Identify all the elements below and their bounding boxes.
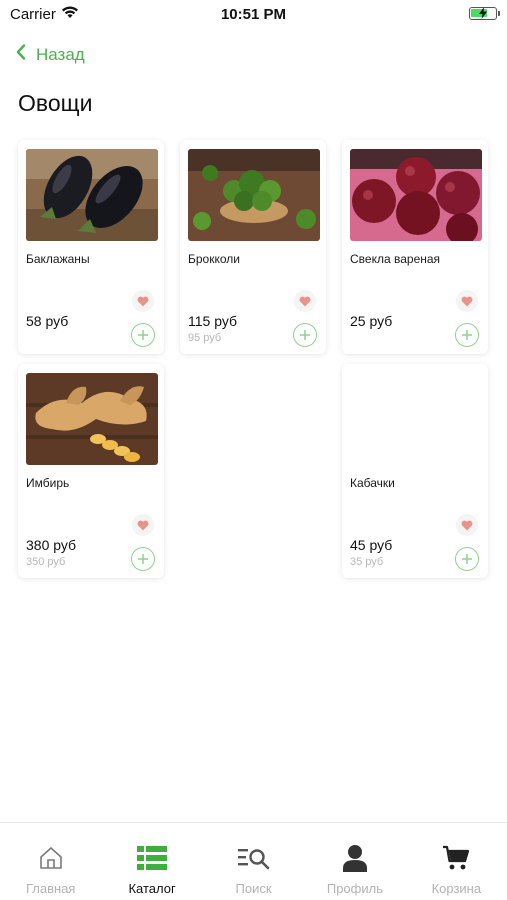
- tab-home[interactable]: Главная: [0, 823, 101, 900]
- product-old-price: 35 руб: [350, 556, 384, 568]
- tab-label: Каталог: [128, 881, 176, 896]
- product-card[interactable]: Брокколи 115 руб 95 руб: [180, 140, 326, 354]
- back-label: Назад: [36, 44, 85, 64]
- product-price: 25 руб: [350, 313, 393, 329]
- favorite-button[interactable]: [132, 514, 154, 536]
- product-image-broccoli: [188, 149, 320, 241]
- tab-label: Корзина: [431, 881, 482, 896]
- product-old-price: 95 руб: [188, 332, 222, 344]
- heart-icon: [461, 296, 473, 306]
- product-old-price: 350 руб: [26, 556, 66, 568]
- product-name: Баклажаны: [26, 252, 90, 266]
- add-to-cart-button[interactable]: [293, 323, 317, 347]
- tab-label: Главная: [25, 881, 76, 896]
- heart-icon: [137, 296, 149, 306]
- tab-cart[interactable]: Корзина: [406, 823, 507, 900]
- product-image-ginger: [26, 373, 158, 465]
- battery-icon: [469, 7, 500, 20]
- product-image-eggplant: [26, 149, 158, 241]
- cart-icon: [442, 843, 470, 873]
- product-price: 58 руб: [26, 313, 69, 329]
- tab-label: Профиль: [326, 881, 383, 896]
- favorite-button[interactable]: [132, 290, 154, 312]
- product-name: Свекла вареная: [350, 252, 441, 266]
- tab-catalog[interactable]: Каталог: [101, 823, 202, 900]
- product-card[interactable]: Кабачки 45 руб 35 руб: [342, 364, 488, 578]
- profile-icon: [342, 843, 368, 873]
- heart-icon: [299, 296, 311, 306]
- charging-bolt-icon: [479, 7, 487, 19]
- product-name: Брокколи: [188, 252, 240, 266]
- favorite-button[interactable]: [456, 514, 478, 536]
- chevron-left-icon: [16, 44, 26, 65]
- plus-icon: [462, 330, 472, 340]
- page-title: Овощи: [18, 90, 93, 116]
- add-to-cart-button[interactable]: [455, 323, 479, 347]
- plus-icon: [462, 554, 472, 564]
- catalog-icon: [137, 843, 168, 873]
- plus-icon: [138, 554, 148, 564]
- product-name: Имбирь: [26, 476, 70, 490]
- product-price: 380 руб: [26, 537, 77, 553]
- tab-search[interactable]: Поиск: [203, 823, 304, 900]
- tab-bar: Главная Каталог Поиск Профиль Корзина: [0, 822, 507, 900]
- status-time: 10:51 PM: [220, 6, 287, 23]
- favorite-button[interactable]: [456, 290, 478, 312]
- product-name: Кабачки: [350, 476, 395, 490]
- add-to-cart-button[interactable]: [131, 323, 155, 347]
- product-image-empty: [350, 373, 482, 465]
- status-bar: Carrier 10:51 PM: [0, 0, 507, 28]
- product-price: 115 руб: [188, 313, 238, 329]
- product-card[interactable]: Баклажаны 58 руб: [18, 140, 164, 354]
- search-icon: [237, 843, 270, 873]
- home-icon: [38, 843, 64, 873]
- product-image-beet: [350, 149, 482, 241]
- add-to-cart-button[interactable]: [131, 547, 155, 571]
- heart-icon: [137, 520, 149, 530]
- back-button[interactable]: Назад: [16, 44, 85, 65]
- plus-icon: [300, 330, 310, 340]
- plus-icon: [138, 330, 148, 340]
- product-card[interactable]: Имбирь 380 руб 350 руб: [18, 364, 164, 578]
- product-card[interactable]: Свекла вареная 25 руб: [342, 140, 488, 354]
- tab-profile[interactable]: Профиль: [304, 823, 405, 900]
- product-price: 45 руб: [350, 537, 393, 553]
- add-to-cart-button[interactable]: [455, 547, 479, 571]
- tab-label: Поиск: [235, 881, 272, 896]
- heart-icon: [461, 520, 473, 530]
- favorite-button[interactable]: [294, 290, 316, 312]
